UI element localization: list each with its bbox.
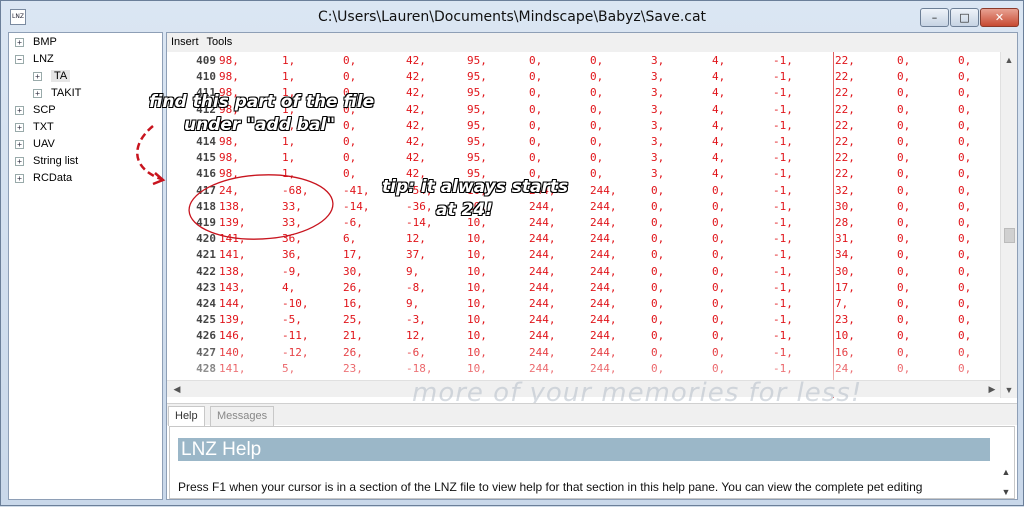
annotation-tip-line1: tip: it always starts — [382, 177, 569, 197]
annotation-tip-line2: at 24! — [436, 200, 493, 220]
annotation-find-line1: find this part of the file — [149, 92, 375, 112]
curved-arrow-icon — [136, 125, 162, 181]
highlight-ellipse — [188, 174, 334, 240]
app-window: LNZ C:\Users\Lauren\Documents\Mindscape\… — [0, 0, 1024, 506]
annotation-overlay — [136, 125, 334, 240]
annotation-find-line2: under "add bal" — [184, 115, 336, 135]
